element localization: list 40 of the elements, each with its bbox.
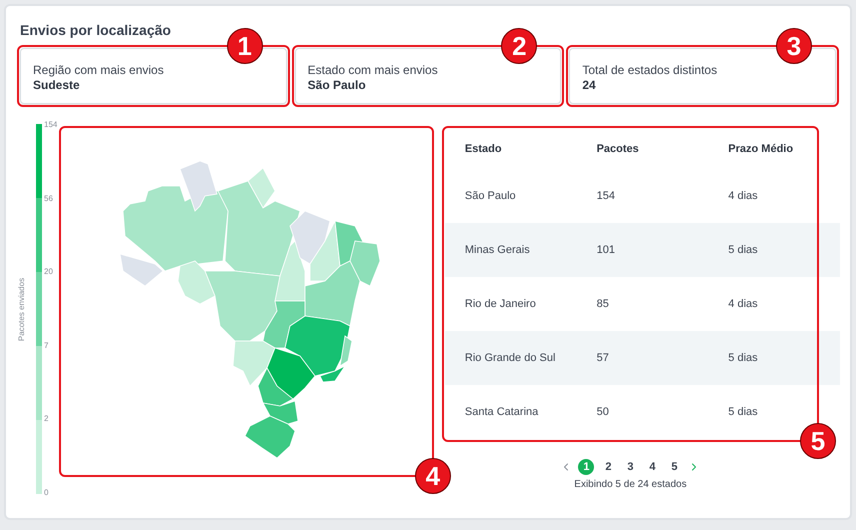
- annotation-badge: 1: [226, 28, 263, 64]
- table-cell: Rio Grande do Sul: [444, 331, 577, 385]
- scale-tick-label: 56: [44, 194, 54, 204]
- stat-value: 24: [582, 78, 597, 92]
- annotation-badge: 3: [776, 28, 812, 64]
- annotation-badge: 4: [414, 458, 451, 494]
- table-cell: 50: [576, 385, 708, 439]
- stat-value: São Paulo: [308, 78, 367, 92]
- stat-label: Região com mais envios: [33, 63, 165, 77]
- table-cell: 5 dias: [708, 331, 840, 385]
- table-cell: 154: [576, 169, 708, 223]
- scale-tick-label: 2: [44, 414, 50, 424]
- scale-tick-label: 7: [44, 340, 50, 351]
- page-button[interactable]: 5: [666, 459, 682, 475]
- table-cell: 101: [576, 223, 708, 277]
- table-cell: 4 dias: [708, 277, 840, 331]
- table-cell: 85: [576, 277, 708, 331]
- table-cell: Minas Gerais: [444, 223, 577, 277]
- table-cell: São Paulo: [444, 169, 577, 223]
- stat-value: Sudeste: [33, 78, 81, 92]
- panel-title: Envios por localização: [20, 22, 172, 38]
- table-cell: 57: [576, 331, 708, 385]
- pagination-summary: Exibindo 5 de 24 estados: [573, 479, 688, 490]
- stat-label: Total de estados distintos: [582, 63, 718, 77]
- table-cell: Rio de Janeiro: [444, 277, 577, 331]
- table-cell: 5 dias: [708, 223, 840, 277]
- scale-tick-label: 20: [44, 267, 54, 278]
- scale-tick-label: 154: [44, 120, 58, 130]
- scale-tick-label: 0: [44, 488, 50, 498]
- column-header: Estado: [464, 142, 503, 157]
- annotation-badge: 2: [501, 28, 538, 64]
- stat-label: Estado com mais envios: [308, 63, 439, 77]
- table-cell: 4 dias: [708, 169, 840, 223]
- column-header: Pacotes: [596, 142, 640, 157]
- legend-title: Pacotes enviados: [18, 277, 26, 341]
- page-button[interactable]: 3: [622, 459, 638, 475]
- page-button[interactable]: 4: [644, 459, 660, 475]
- table-cell: Santa Catarina: [444, 385, 577, 439]
- column-header: Prazo Médio: [727, 142, 794, 157]
- page-button[interactable]: 2: [600, 459, 616, 475]
